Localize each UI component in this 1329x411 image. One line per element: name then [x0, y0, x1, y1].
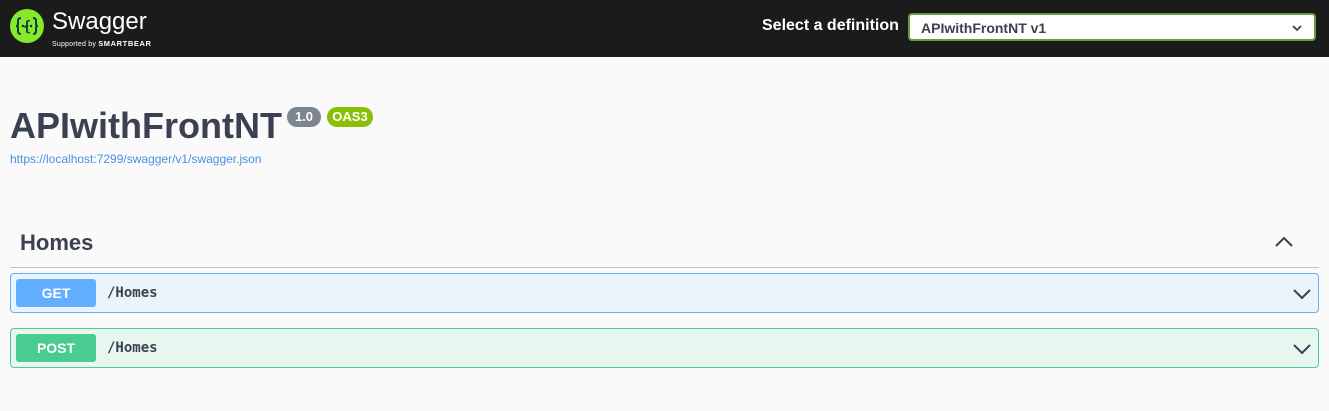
operation-post-homes[interactable]: POST /Homes	[10, 328, 1319, 368]
spec-url-link[interactable]: https://localhost:7299/swagger/v1/swagge…	[10, 152, 261, 166]
method-badge-get: GET	[16, 279, 96, 307]
oas-badge: OAS3	[327, 107, 373, 127]
topbar: { Swagger Supported by SMARTBEAR Select …	[0, 0, 1329, 57]
tag-section-homes[interactable]: Homes	[10, 224, 1319, 268]
operation-get-homes[interactable]: GET /Homes	[10, 273, 1319, 313]
logo-text: Swagger	[52, 8, 147, 35]
chevron-down-icon[interactable]	[1292, 341, 1312, 357]
version-badge: 1.0	[287, 107, 321, 127]
tag-name: Homes	[20, 230, 94, 255]
chevron-down-icon	[1292, 25, 1302, 32]
operation-path: /Homes	[107, 340, 158, 356]
logo-subtitle: Supported by SMARTBEAR	[52, 39, 152, 48]
swagger-logo[interactable]: { Swagger Supported by SMARTBEAR	[10, 8, 160, 48]
method-badge-post: POST	[16, 334, 96, 362]
logo-sub-prefix: Supported by	[52, 41, 97, 48]
logo-sub-brand: SMARTBEAR	[98, 39, 152, 48]
swagger-logo-icon: {	[10, 9, 44, 43]
operation-path: /Homes	[107, 285, 158, 301]
chevron-up-icon[interactable]	[1273, 234, 1295, 250]
chevron-down-icon[interactable]	[1292, 286, 1312, 302]
definition-select[interactable]: APIwithFrontNT v1	[908, 13, 1316, 41]
page-title: APIwithFrontNT	[10, 105, 282, 146]
definition-label: Select a definition	[762, 17, 899, 34]
definition-select-value: APIwithFrontNT v1	[921, 20, 1047, 36]
